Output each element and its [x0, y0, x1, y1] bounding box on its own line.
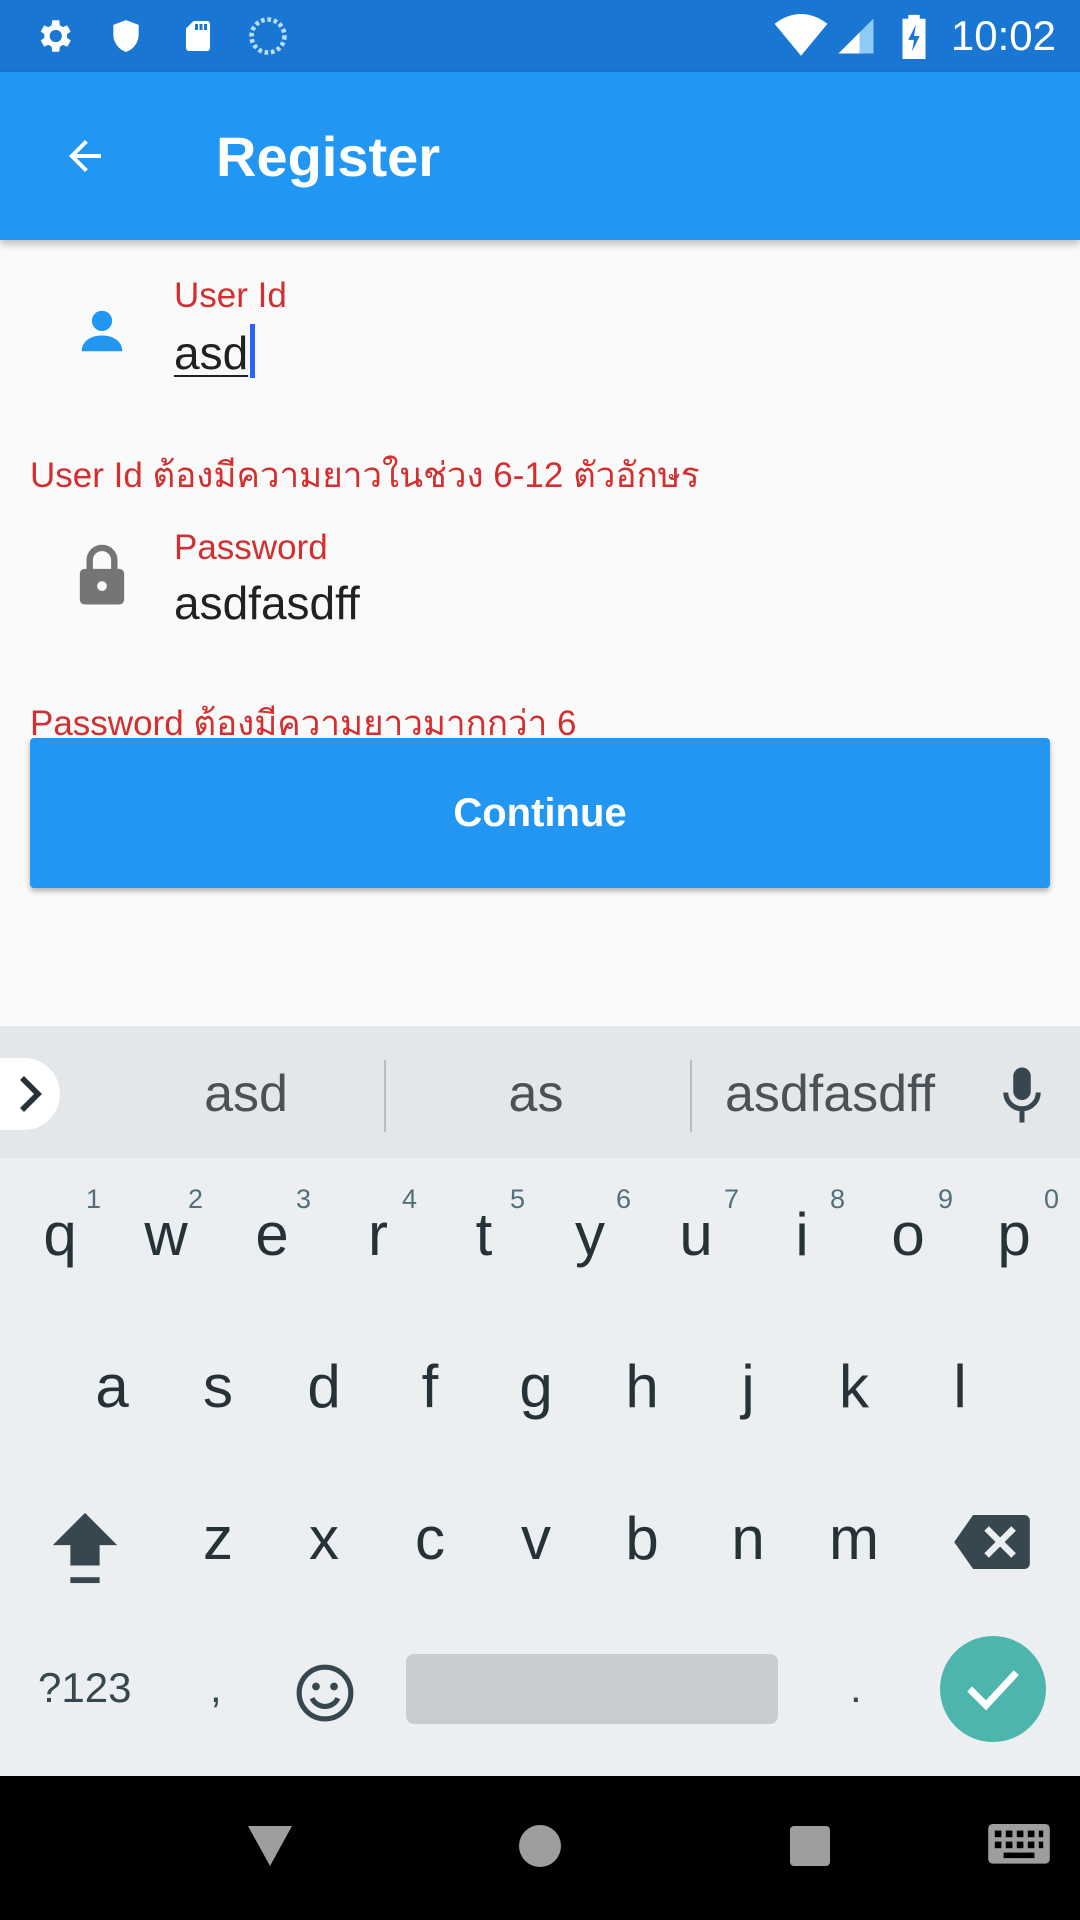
keyboard-toolbar-toggle[interactable]: [0, 1058, 60, 1130]
status-bar: 10:02: [0, 0, 1080, 72]
key-hint: 3: [296, 1184, 312, 1214]
key-a[interactable]: a: [62, 1352, 162, 1421]
suggestion-strip: asd as asdfasdff: [0, 1026, 1080, 1158]
key-k[interactable]: k: [804, 1352, 904, 1421]
password-input[interactable]: asdfasdff: [174, 576, 360, 630]
enter-key[interactable]: [940, 1636, 1046, 1742]
shift-icon: [52, 1512, 118, 1584]
key-l[interactable]: l: [910, 1352, 1010, 1421]
status-time: 10:02: [950, 12, 1056, 59]
page-title: Register: [216, 125, 441, 188]
key-hint: 0: [1044, 1184, 1060, 1214]
key-h[interactable]: h: [592, 1352, 692, 1421]
back-button[interactable]: [40, 116, 130, 196]
key-hint: 6: [616, 1184, 632, 1214]
key-n[interactable]: n: [698, 1504, 798, 1573]
comma-key[interactable]: ,: [210, 1664, 222, 1712]
space-key[interactable]: [406, 1654, 778, 1724]
smiley-icon: [296, 1664, 354, 1722]
lock-icon: [72, 540, 132, 610]
key-f[interactable]: f: [380, 1352, 480, 1421]
key-b[interactable]: b: [592, 1504, 692, 1573]
key-hint: 5: [510, 1184, 526, 1214]
key-hint: 1: [86, 1184, 102, 1214]
emoji-key[interactable]: [292, 1660, 358, 1726]
key-x[interactable]: x: [274, 1504, 374, 1573]
key-d[interactable]: d: [274, 1352, 374, 1421]
mic-button[interactable]: [994, 1060, 1050, 1130]
key-z[interactable]: z: [168, 1504, 268, 1573]
battery-charging-icon: [892, 14, 936, 59]
nav-back-icon: [248, 1826, 292, 1866]
symbols-key[interactable]: ?123: [38, 1664, 131, 1712]
sync-icon: [246, 14, 290, 58]
key-hint: 4: [402, 1184, 418, 1214]
suggestion-item[interactable]: as: [436, 1064, 636, 1124]
gear-icon: [32, 14, 76, 58]
backspace-key[interactable]: [954, 1512, 1030, 1572]
key-j[interactable]: j: [698, 1352, 798, 1421]
sd-card-icon: [176, 14, 220, 58]
continue-button[interactable]: Continue: [30, 738, 1050, 888]
key-m[interactable]: m: [804, 1504, 904, 1573]
key-s[interactable]: s: [168, 1352, 268, 1421]
key-hint: 2: [188, 1184, 204, 1214]
mic-icon: [1003, 1067, 1041, 1123]
app-bar: Register: [0, 72, 1080, 240]
person-icon: [72, 296, 132, 366]
text-caret: [250, 323, 256, 378]
user-id-value: asd: [174, 327, 249, 379]
home-icon: [519, 1825, 561, 1867]
user-id-error: User Id ต้องมีความยาวในช่วง 6-12 ตัวอักษ…: [30, 456, 700, 495]
wifi-icon: [774, 14, 828, 58]
period-key[interactable]: .: [850, 1664, 862, 1712]
nav-back-button[interactable]: [240, 1816, 300, 1876]
key-hint: 9: [938, 1184, 954, 1214]
check-icon: [967, 1670, 1019, 1711]
signal-icon: [834, 14, 878, 58]
key-g[interactable]: g: [486, 1352, 586, 1421]
password-label: Password: [174, 528, 328, 567]
recents-button[interactable]: [780, 1816, 840, 1876]
key-v[interactable]: v: [486, 1504, 586, 1573]
recents-icon: [790, 1826, 830, 1866]
user-id-label: User Id: [174, 276, 287, 315]
key-hint: 7: [724, 1184, 740, 1214]
arrow-back-icon: [69, 140, 101, 172]
suggestion-divider: [690, 1060, 692, 1132]
key-hint: 8: [830, 1184, 846, 1214]
backspace-icon: [954, 1515, 1030, 1569]
home-button[interactable]: [510, 1816, 570, 1876]
navigation-bar: [0, 1776, 1080, 1920]
shift-key[interactable]: [40, 1508, 130, 1588]
suggestion-item[interactable]: asd: [146, 1064, 346, 1124]
suggestion-item[interactable]: asdfasdff: [700, 1064, 960, 1124]
chevron-right-icon: [20, 1076, 42, 1112]
key-c[interactable]: c: [380, 1504, 480, 1573]
shield-icon: [104, 14, 148, 58]
user-id-input[interactable]: asd: [174, 323, 256, 384]
suggestion-divider: [384, 1060, 386, 1132]
keyboard-switch-button[interactable]: [986, 1816, 1052, 1876]
keyboard-icon: [988, 1824, 1050, 1864]
